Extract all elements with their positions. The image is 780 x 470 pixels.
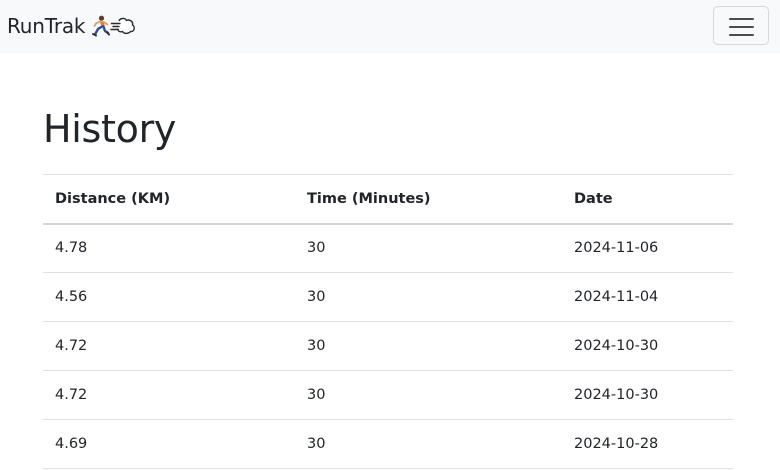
runner-icon [92, 15, 111, 37]
column-header-time: Time (Minutes) [307, 190, 431, 207]
table-header-row: Distance (KM) Time (Minutes) Date [43, 174, 733, 224]
table-row: 4.56 30 2024-11-04 [43, 273, 733, 322]
cell-time: 30 [307, 436, 326, 452]
brand-name: RunTrak [7, 14, 86, 38]
brand-link[interactable]: RunTrak [7, 13, 136, 39]
table-row: 4.72 30 2024-10-30 [43, 371, 733, 420]
page-title: History [43, 107, 177, 151]
hamburger-menu-icon [729, 17, 754, 36]
cell-time: 30 [307, 240, 326, 257]
cell-distance: 4.78 [55, 240, 88, 257]
cell-distance: 4.72 [55, 338, 88, 354]
cell-distance: 4.72 [55, 387, 88, 403]
cell-time: 30 [307, 387, 326, 403]
cell-date: 2024-10-30 [574, 338, 659, 354]
cell-date: 2024-11-04 [574, 289, 659, 305]
cell-date: 2024-10-30 [574, 387, 659, 403]
brand-icons [90, 15, 136, 37]
cell-date: 2024-10-28 [574, 436, 659, 452]
table-header: Distance (KM) Time (Minutes) Date [43, 174, 733, 224]
table-row: 4.78 30 2024-11-06 [43, 224, 733, 273]
dash-cloud-icon [110, 17, 136, 35]
cell-distance: 4.69 [55, 436, 88, 452]
navbar: RunTrak [0, 0, 780, 53]
cell-time: 30 [307, 338, 326, 354]
column-header-distance: Distance (KM) [55, 190, 171, 207]
table-row: 4.69 30 2024-10-28 [43, 420, 733, 469]
history-table: Distance (KM) Time (Minutes) Date 4.78 3… [43, 174, 733, 469]
table-row: 4.72 30 2024-10-30 [43, 322, 733, 371]
cell-time: 30 [307, 289, 326, 305]
navbar-toggler-button[interactable] [713, 6, 769, 45]
cell-date: 2024-11-06 [574, 240, 659, 257]
cell-distance: 4.56 [55, 289, 88, 305]
table-body: 4.78 30 2024-11-06 4.56 30 2024-11-04 4.… [43, 224, 733, 469]
column-header-date: Date [574, 190, 613, 207]
